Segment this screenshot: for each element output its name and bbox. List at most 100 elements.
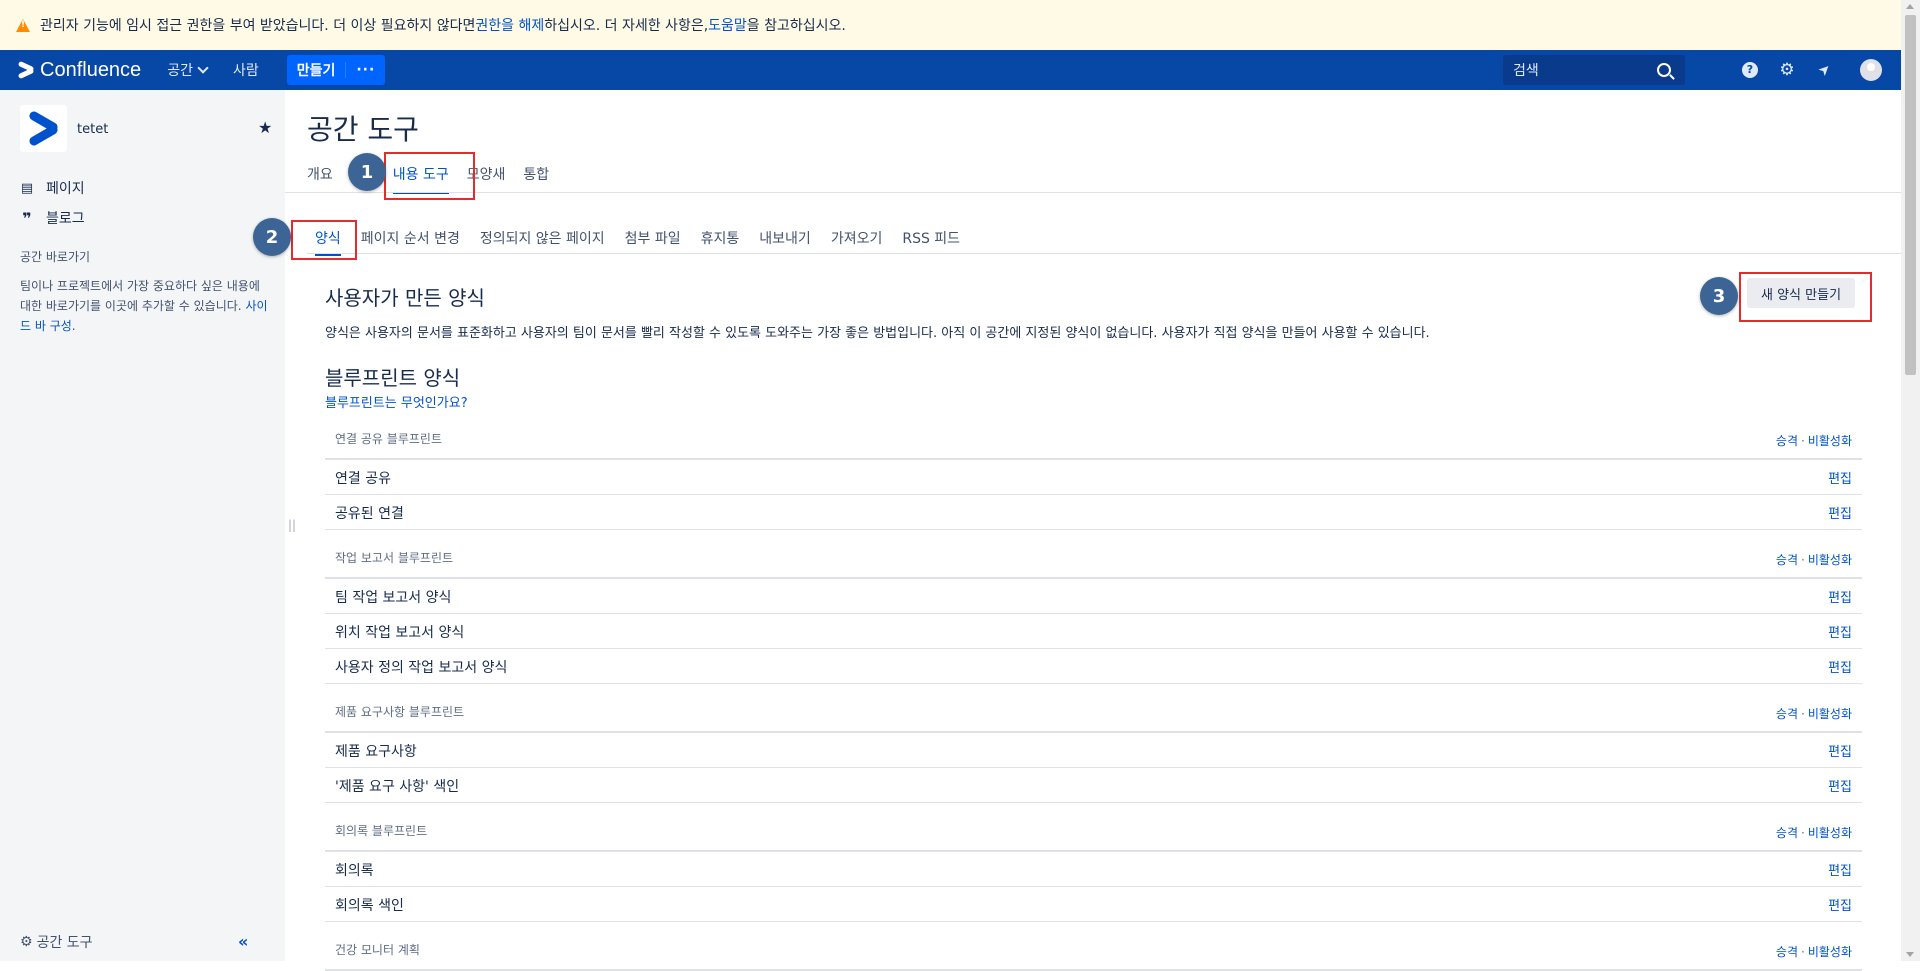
banner-text-middle: 하십시오. 더 자세한 사항은, bbox=[544, 18, 709, 34]
promote-link[interactable]: 승격 bbox=[1776, 434, 1798, 448]
table-row: '제품 요구 사항' 색인 편집 bbox=[325, 768, 1862, 803]
secondary-tabs: 양식 페이지 순서 변경 정의되지 않은 페이지 첨부 파일 휴지통 내보내기 … bbox=[315, 228, 980, 256]
tab-overview[interactable]: 개요 bbox=[307, 164, 333, 194]
search-icon[interactable] bbox=[1657, 63, 1671, 77]
disable-link[interactable]: 비활성화 bbox=[1808, 707, 1852, 721]
revoke-access-link[interactable]: 권한을 해제 bbox=[475, 15, 544, 35]
promote-link[interactable]: 승격 bbox=[1776, 707, 1798, 721]
people-link[interactable]: 사람 bbox=[233, 60, 259, 80]
space-tools-label: 공간 도구 bbox=[36, 935, 93, 951]
table-row: 연결 공유 편집 bbox=[325, 460, 1862, 495]
edit-link[interactable]: 편집 bbox=[1828, 503, 1852, 522]
page-scrollbar[interactable] bbox=[1901, 0, 1920, 961]
edit-link[interactable]: 편집 bbox=[1828, 776, 1852, 795]
main-content: 공간 도구 개요 내용 도구 모양새 통합 양식 페이지 순서 변경 정의되지 … bbox=[285, 90, 1901, 971]
subtab-attachments[interactable]: 첨부 파일 bbox=[625, 228, 681, 256]
edit-link[interactable]: 편집 bbox=[1828, 895, 1852, 914]
search-input[interactable]: 검색 bbox=[1503, 55, 1685, 85]
more-create-button[interactable]: ··· bbox=[345, 62, 385, 78]
table-row: 회의록 편집 bbox=[325, 852, 1862, 887]
scroll-down-icon[interactable] bbox=[1906, 952, 1914, 957]
disable-link[interactable]: 비활성화 bbox=[1808, 553, 1852, 567]
space-tools-menu[interactable]: ⚙ 공간 도구 bbox=[20, 932, 93, 952]
edit-link[interactable]: 편집 bbox=[1828, 622, 1852, 641]
subtab-undefined-pages[interactable]: 정의되지 않은 페이지 bbox=[480, 228, 605, 256]
separator: · bbox=[1801, 553, 1805, 567]
separator: · bbox=[1801, 945, 1805, 959]
blueprint-group-header: 제품 요구사항 블루프린트 승격 · 비활성화 bbox=[325, 697, 1862, 733]
template-name: 사용자 정의 작업 보고서 양식 bbox=[335, 660, 508, 676]
table-row: 사용자 정의 작업 보고서 양식 편집 bbox=[325, 649, 1862, 684]
blueprint-group-header: 작업 보고서 블루프린트 승격 · 비활성화 bbox=[325, 543, 1862, 579]
subtab-divider bbox=[307, 253, 1901, 254]
sidebar-item-pages[interactable]: ▤ 페이지 bbox=[20, 178, 85, 198]
disable-link[interactable]: 비활성화 bbox=[1808, 826, 1852, 840]
help-link[interactable]: 도움말 bbox=[708, 15, 747, 35]
help-icon[interactable]: ? bbox=[1742, 62, 1758, 78]
group-actions: 승격 · 비활성화 bbox=[1776, 824, 1852, 841]
subtab-export[interactable]: 내보내기 bbox=[759, 228, 811, 256]
edit-link[interactable]: 편집 bbox=[1828, 860, 1852, 879]
space-shortcuts-title: 공간 바로가기 bbox=[20, 250, 91, 264]
gear-icon[interactable]: ⚙ bbox=[1779, 62, 1795, 79]
shortcuts-period: . bbox=[71, 319, 76, 333]
chevron-down-icon bbox=[197, 62, 209, 74]
edit-link[interactable]: 편집 bbox=[1828, 741, 1852, 760]
edit-link[interactable]: 편집 bbox=[1828, 657, 1852, 676]
top-navigation: Confluence 공간 사람 만들기 ··· 검색 ? ⚙ ➤ bbox=[0, 50, 1901, 90]
subtab-trash[interactable]: 휴지통 bbox=[701, 228, 740, 256]
collapse-sidebar-icon[interactable]: « bbox=[238, 932, 248, 951]
shortcuts-description: 팀이나 프로젝트에서 가장 중요하다 싶은 내용에 대한 바로가기를 이곳에 추… bbox=[20, 279, 260, 313]
disable-link[interactable]: 비활성화 bbox=[1808, 434, 1852, 448]
promote-link[interactable]: 승격 bbox=[1776, 826, 1798, 840]
group-actions: 승격 · 비활성화 bbox=[1776, 551, 1852, 568]
group-name: 연결 공유 블루프린트 bbox=[335, 432, 442, 446]
scrollbar-thumb[interactable] bbox=[1905, 15, 1916, 375]
edit-link[interactable]: 편집 bbox=[1828, 468, 1852, 487]
template-name: '제품 요구 사항' 색인 bbox=[335, 779, 460, 795]
user-avatar[interactable] bbox=[1860, 59, 1882, 81]
disable-link[interactable]: 비활성화 bbox=[1808, 945, 1852, 959]
group-name: 건강 모니터 계획 bbox=[335, 943, 420, 957]
create-button[interactable]: 만들기 bbox=[287, 60, 346, 80]
blueprint-group-header: 연결 공유 블루프린트 승격 · 비활성화 bbox=[325, 424, 1862, 460]
callout-badge-3: 3 bbox=[1700, 277, 1738, 315]
template-name: 공유된 연결 bbox=[335, 506, 404, 522]
scroll-up-icon[interactable] bbox=[1906, 4, 1914, 9]
tab-integrations[interactable]: 통합 bbox=[523, 164, 549, 194]
table-row: 회의록 색인 편집 bbox=[325, 887, 1862, 922]
table-row: 팀 작업 보고서 양식 편집 bbox=[325, 579, 1862, 614]
space-sidebar: tetet ★ ▤ 페이지 ❞ 블로그 공간 바로가기 팀이나 프로젝트에서 가… bbox=[0, 90, 285, 961]
subtab-reorder-pages[interactable]: 페이지 순서 변경 bbox=[361, 228, 460, 256]
user-templates-title: 사용자가 만든 양식 bbox=[325, 286, 485, 310]
template-name: 연결 공유 bbox=[335, 471, 391, 487]
separator: · bbox=[1801, 707, 1805, 721]
space-logo[interactable] bbox=[20, 105, 67, 152]
page-title: 공간 도구 bbox=[307, 113, 419, 146]
star-icon[interactable]: ★ bbox=[258, 118, 272, 137]
tab-divider bbox=[285, 192, 1901, 193]
blueprint-group-header: 회의록 블루프린트 승격 · 비활성화 bbox=[325, 816, 1862, 852]
subtab-import[interactable]: 가져오기 bbox=[831, 228, 883, 256]
sidebar-item-label: 블로그 bbox=[46, 211, 85, 227]
template-name: 회의록 색인 bbox=[335, 898, 404, 914]
what-are-blueprints-link[interactable]: 블루프린트는 무엇인가요? bbox=[325, 392, 468, 411]
logo-text: Confluence bbox=[40, 58, 142, 81]
template-name: 팀 작업 보고서 양식 bbox=[335, 590, 452, 606]
spaces-menu[interactable]: 공간 bbox=[167, 60, 209, 80]
promote-link[interactable]: 승격 bbox=[1776, 553, 1798, 567]
blueprints-title: 블루프린트 양식 bbox=[325, 366, 461, 390]
quote-icon: ❞ bbox=[22, 208, 32, 228]
create-button-group: 만들기 ··· bbox=[286, 55, 386, 85]
sidebar-item-blog[interactable]: ❞ 블로그 bbox=[20, 208, 85, 228]
promote-link[interactable]: 승격 bbox=[1776, 945, 1798, 959]
highlight-box-content-tools bbox=[384, 152, 475, 200]
notifications-icon[interactable]: ➤ bbox=[1814, 59, 1837, 82]
template-name: 회의록 bbox=[335, 863, 374, 879]
search-placeholder: 검색 bbox=[1513, 63, 1539, 79]
group-name: 작업 보고서 블루프린트 bbox=[335, 551, 454, 565]
subtab-rss-feeds[interactable]: RSS 피드 bbox=[902, 228, 960, 256]
edit-link[interactable]: 편집 bbox=[1828, 587, 1852, 606]
space-name[interactable]: tetet bbox=[77, 122, 108, 137]
confluence-logo[interactable]: Confluence bbox=[18, 59, 141, 82]
